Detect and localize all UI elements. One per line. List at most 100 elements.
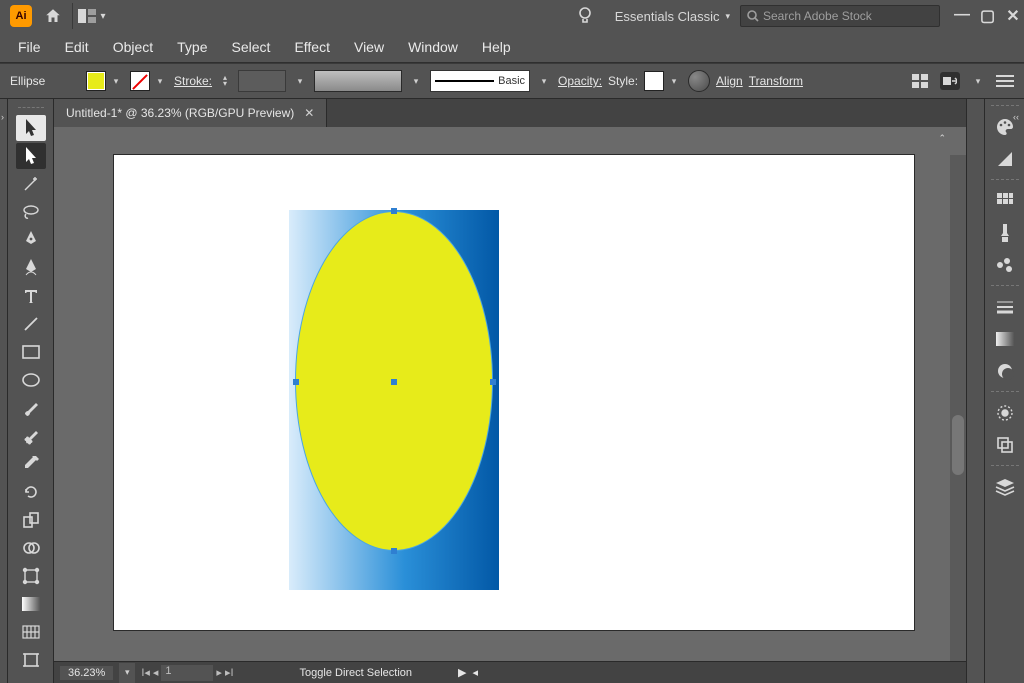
recolor-artwork-button[interactable]: [688, 70, 710, 92]
graphic-style-swatch[interactable]: ▾: [644, 71, 682, 91]
brushes-panel-button[interactable]: [991, 219, 1019, 247]
edit-similar-button[interactable]: [940, 72, 960, 90]
artboard[interactable]: [114, 155, 914, 630]
close-tab-button[interactable]: ✕: [304, 106, 314, 120]
graphic-styles-panel-button[interactable]: [991, 431, 1019, 459]
symbols-panel-button[interactable]: [991, 251, 1019, 279]
menu-type[interactable]: Type: [167, 35, 217, 59]
scrollbar-thumb[interactable]: [952, 415, 964, 475]
profile-dropdown[interactable]: ▾: [408, 71, 424, 91]
chevron-down-icon[interactable]: ▾: [666, 71, 682, 91]
selection-tool[interactable]: [16, 115, 46, 141]
scale-tool[interactable]: [16, 507, 46, 533]
direct-selection-tool[interactable]: [16, 143, 46, 169]
chevron-down-icon[interactable]: ▾: [152, 71, 168, 91]
document-tab[interactable]: Untitled-1* @ 36.23% (RGB/GPU Preview) ✕: [54, 99, 327, 127]
rectangle-tool[interactable]: [16, 339, 46, 365]
eyedropper-tool[interactable]: [16, 451, 46, 477]
right-panel-dock: [984, 99, 1024, 683]
anchor-handle-left[interactable]: [293, 379, 299, 385]
isolate-button[interactable]: [910, 72, 930, 90]
first-artboard-button[interactable]: I◂: [141, 666, 150, 679]
panel-drag-handle[interactable]: [991, 105, 1019, 109]
anchor-handle-bottom[interactable]: [391, 548, 397, 554]
brush-definition[interactable]: Basic: [430, 70, 530, 92]
blob-brush-tool[interactable]: [16, 423, 46, 449]
gradient-panel-button[interactable]: [991, 325, 1019, 353]
menu-view[interactable]: View: [344, 35, 394, 59]
minimize-button[interactable]: —: [954, 6, 968, 26]
appearance-panel-button[interactable]: [991, 399, 1019, 427]
zoom-level[interactable]: 36.23%: [60, 666, 113, 680]
panel-drag-handle[interactable]: [991, 285, 1019, 289]
collapse-chevron-icon[interactable]: ⌃: [938, 133, 946, 144]
maximize-button[interactable]: ▢: [980, 6, 994, 26]
transform-label[interactable]: Transform: [749, 74, 803, 88]
type-tool[interactable]: [16, 283, 46, 309]
control-bar-menu-icon[interactable]: [996, 75, 1014, 87]
panel-drag-handle[interactable]: [991, 391, 1019, 395]
free-transform-tool[interactable]: [16, 563, 46, 589]
menu-effect[interactable]: Effect: [284, 35, 340, 59]
pen-tool[interactable]: [16, 227, 46, 253]
menu-file[interactable]: File: [8, 35, 51, 59]
canvas[interactable]: ⌃: [54, 127, 966, 661]
last-artboard-button[interactable]: ▸I: [225, 666, 234, 679]
align-label[interactable]: Align: [716, 74, 743, 88]
close-button[interactable]: ✕: [1006, 6, 1020, 26]
mesh-tool[interactable]: [16, 619, 46, 645]
status-flyout-button[interactable]: ▶: [458, 666, 466, 679]
next-artboard-button[interactable]: ▸: [216, 666, 222, 679]
vertical-scrollbar[interactable]: [950, 155, 966, 661]
magic-wand-tool[interactable]: [16, 171, 46, 197]
stroke-weight-field[interactable]: [238, 70, 286, 92]
menu-window[interactable]: Window: [398, 35, 468, 59]
menu-help[interactable]: Help: [472, 35, 521, 59]
menu-object[interactable]: Object: [103, 35, 163, 59]
artboard-tool[interactable]: [16, 647, 46, 673]
curvature-tool[interactable]: [16, 255, 46, 281]
zoom-dropdown[interactable]: ▾: [119, 663, 135, 683]
expand-left-icon[interactable]: ›: [1, 112, 4, 122]
anchor-handle-top[interactable]: [391, 208, 397, 214]
opacity-label[interactable]: Opacity:: [558, 74, 602, 88]
expand-right-icon[interactable]: ‹‹: [1013, 112, 1019, 122]
stroke-weight-stepper[interactable]: ▴▾: [218, 75, 232, 87]
stroke-weight-dropdown[interactable]: ▾: [292, 71, 308, 91]
gradient-tool[interactable]: [16, 591, 46, 617]
anchor-handle-right[interactable]: [490, 379, 496, 385]
artboard-index-field[interactable]: 1: [161, 665, 213, 681]
learn-button[interactable]: [577, 6, 605, 26]
color-guide-panel-button[interactable]: [991, 145, 1019, 173]
panel-drag-handle[interactable]: [991, 465, 1019, 469]
menu-edit[interactable]: Edit: [55, 35, 99, 59]
variable-width-profile[interactable]: [314, 70, 402, 92]
stroke-swatch[interactable]: ▾: [130, 71, 168, 91]
arrange-documents-button[interactable]: ▾: [77, 1, 107, 31]
search-input[interactable]: Search Adobe Stock: [740, 5, 940, 27]
prev-artboard-button[interactable]: ◂: [153, 666, 159, 679]
workspace-switcher[interactable]: Essentials Classic ▾: [605, 9, 740, 24]
ellipse-tool[interactable]: [16, 367, 46, 393]
panel-drag-handle[interactable]: [991, 179, 1019, 183]
lasso-tool[interactable]: [16, 199, 46, 225]
anchor-handle-center[interactable]: [391, 379, 397, 385]
menu-select[interactable]: Select: [222, 35, 281, 59]
brush-dropdown[interactable]: ▾: [536, 71, 552, 91]
stroke-panel-button[interactable]: [991, 293, 1019, 321]
stroke-label[interactable]: Stroke:: [174, 74, 212, 88]
layers-panel-button[interactable]: [991, 473, 1019, 501]
h-scroll-left[interactable]: ◂: [473, 666, 479, 679]
similar-dropdown[interactable]: ▾: [970, 71, 986, 91]
swatches-panel-button[interactable]: [991, 187, 1019, 215]
document-tab-title: Untitled-1* @ 36.23% (RGB/GPU Preview): [66, 106, 294, 120]
fill-swatch[interactable]: ▾: [86, 71, 124, 91]
transparency-panel-button[interactable]: [991, 357, 1019, 385]
shape-builder-tool[interactable]: [16, 535, 46, 561]
line-segment-tool[interactable]: [16, 311, 46, 337]
chevron-down-icon[interactable]: ▾: [108, 71, 124, 91]
panel-drag-handle[interactable]: [18, 107, 44, 113]
paintbrush-tool[interactable]: [16, 395, 46, 421]
home-button[interactable]: [38, 1, 68, 31]
rotate-tool[interactable]: [16, 479, 46, 505]
